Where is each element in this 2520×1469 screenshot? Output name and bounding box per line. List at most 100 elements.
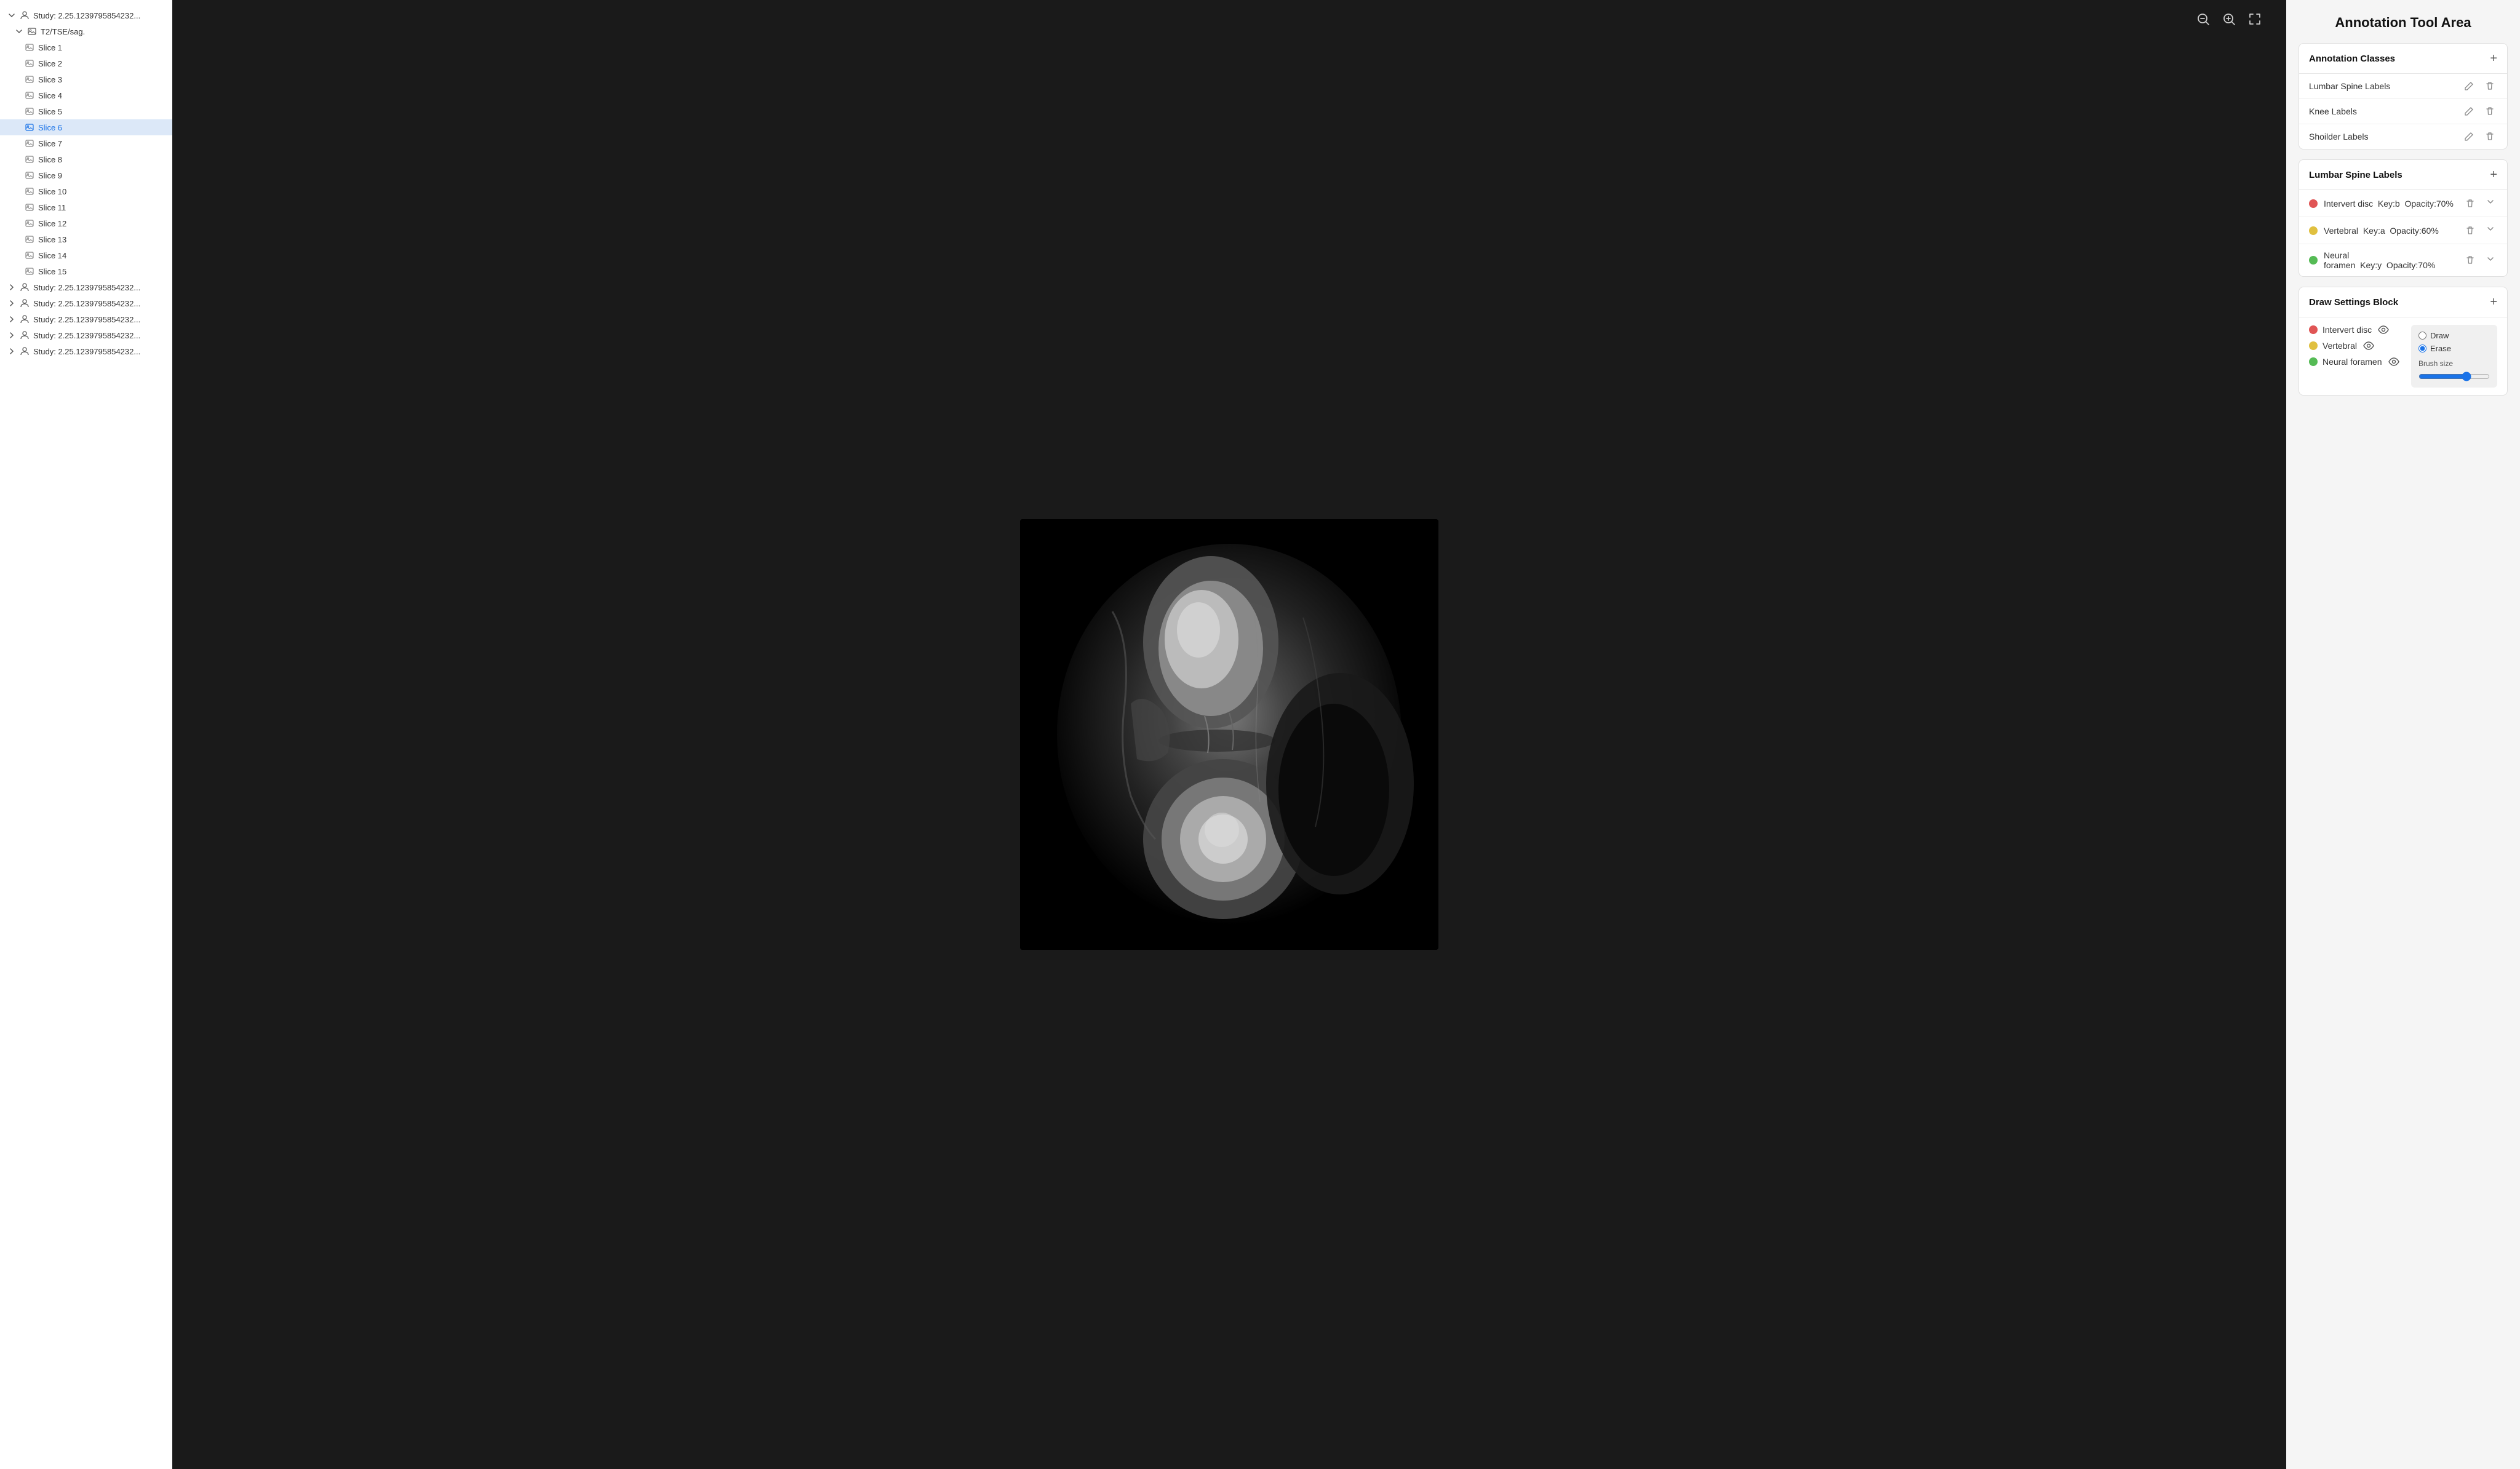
slice-label: Slice 2 [38, 59, 165, 68]
study-item-1[interactable]: Study: 2.25.1239795854232... [0, 7, 172, 23]
expand-label-button[interactable] [2484, 196, 2497, 210]
annotation-class-row: Shoilder Labels [2299, 124, 2507, 149]
study-item-4[interactable]: Study: 2.25.1239795854232... [0, 311, 172, 327]
expand-label-button[interactable] [2484, 223, 2497, 237]
draw-items-list: Intervert disc Vertebral Neural foramen [2309, 325, 2404, 388]
slice-item-slice-6[interactable]: Slice 6 [0, 119, 172, 135]
draw-item-row: Vertebral [2309, 341, 2404, 351]
slice-label: Slice 9 [38, 171, 165, 180]
zoom-in-button[interactable] [2220, 10, 2238, 28]
slice-label: Slice 10 [38, 187, 165, 196]
chevron-right-icon [7, 283, 16, 292]
erase-radio-option[interactable]: Erase [2418, 344, 2490, 353]
edit-annotation-class-button[interactable] [2462, 80, 2476, 92]
annotation-class-label: Knee Labels [2309, 106, 2455, 116]
brush-size-label: Brush size [2418, 359, 2490, 368]
draw-radio[interactable] [2418, 332, 2426, 340]
slice-image-icon [25, 218, 34, 228]
delete-annotation-class-button[interactable] [2482, 130, 2497, 143]
lumbar-labels-card: Lumbar Spine Labels + Intervert disc Key… [2299, 159, 2508, 277]
slice-item-slice-11[interactable]: Slice 11 [0, 199, 172, 215]
draw-item-color-dot [2309, 341, 2318, 350]
draw-settings-body: Intervert disc Vertebral Neural foramen [2299, 317, 2507, 395]
annotation-class-row: Lumbar Spine Labels [2299, 74, 2507, 99]
edit-annotation-class-button[interactable] [2462, 130, 2476, 143]
user-icon [20, 298, 30, 308]
lumbar-label-row: Vertebral Key:a Opacity:60% [2299, 217, 2507, 244]
user-icon [20, 314, 30, 324]
slice-label: Slice 3 [38, 75, 165, 84]
delete-annotation-class-button[interactable] [2482, 80, 2497, 92]
delete-annotation-class-button[interactable] [2482, 105, 2497, 117]
slice-item-slice-9[interactable]: Slice 9 [0, 167, 172, 183]
main-content [172, 0, 2286, 1469]
visibility-toggle-button[interactable] [2387, 357, 2401, 366]
slice-item-slice-8[interactable]: Slice 8 [0, 151, 172, 167]
slice-item-slice-10[interactable]: Slice 10 [0, 183, 172, 199]
user-icon [20, 282, 30, 292]
slice-item-slice-7[interactable]: Slice 7 [0, 135, 172, 151]
draw-settings-card: Draw Settings Block + Intervert disc Ver… [2299, 287, 2508, 396]
add-annotation-class-button[interactable]: + [2490, 52, 2497, 65]
draw-settings-title: Draw Settings Block [2309, 297, 2398, 308]
slice-item-slice-5[interactable]: Slice 5 [0, 103, 172, 119]
slice-item-slice-12[interactable]: Slice 12 [0, 215, 172, 231]
slice-image-icon [25, 250, 34, 260]
image-icon [27, 26, 37, 36]
slice-label: Slice 5 [38, 107, 165, 116]
study-item-3[interactable]: Study: 2.25.1239795854232... [0, 295, 172, 311]
delete-lumbar-label-button[interactable] [2463, 225, 2478, 237]
series-item-1[interactable]: T2/TSE/sag. [0, 23, 172, 39]
draw-item-label: Intervert disc [2323, 325, 2372, 335]
fullscreen-button[interactable] [2246, 10, 2264, 28]
slice-label: Slice 13 [38, 235, 165, 244]
slice-item-slice-2[interactable]: Slice 2 [0, 55, 172, 71]
add-lumbar-label-button[interactable]: + [2490, 169, 2497, 181]
draw-controls-panel: Draw Erase Brush size [2411, 325, 2497, 388]
slice-label: Slice 12 [38, 219, 165, 228]
slice-item-slice-13[interactable]: Slice 13 [0, 231, 172, 247]
slice-item-slice-1[interactable]: Slice 1 [0, 39, 172, 55]
slice-list: Slice 1 Slice 2 Slice 3 [0, 39, 172, 279]
slice-item-slice-14[interactable]: Slice 14 [0, 247, 172, 263]
study-label: Study: 2.25.1239795854232... [33, 347, 165, 356]
draw-settings-header: Draw Settings Block + [2299, 287, 2507, 317]
expand-label-button[interactable] [2484, 253, 2497, 268]
study-item-5[interactable]: Study: 2.25.1239795854232... [0, 327, 172, 343]
viewer-area [172, 0, 2286, 1469]
study-item-6[interactable]: Study: 2.25.1239795854232... [0, 343, 172, 359]
zoom-out-button[interactable] [2194, 10, 2212, 28]
delete-lumbar-label-button[interactable] [2463, 197, 2478, 210]
lumbar-label-row: Neural foramen Key:y Opacity:70% [2299, 244, 2507, 276]
annotation-class-label: Lumbar Spine Labels [2309, 81, 2455, 91]
edit-annotation-class-button[interactable] [2462, 105, 2476, 117]
study-item-2[interactable]: Study: 2.25.1239795854232... [0, 279, 172, 295]
annotation-classes-card: Annotation Classes + Lumbar Spine Labels… [2299, 43, 2508, 149]
visibility-toggle-button[interactable] [2377, 325, 2390, 334]
slice-item-slice-3[interactable]: Slice 3 [0, 71, 172, 87]
add-draw-setting-button[interactable]: + [2490, 296, 2497, 308]
slice-label: Slice 7 [38, 139, 165, 148]
annotation-classes-header: Annotation Classes + [2299, 44, 2507, 74]
lumbar-labels-list: Intervert disc Key:b Opacity:70% Vertebr… [2299, 190, 2507, 276]
erase-radio[interactable] [2418, 344, 2426, 352]
user-icon [20, 330, 30, 340]
slice-image-icon [25, 90, 34, 100]
mri-viewer [1020, 519, 1438, 950]
slice-label: Slice 14 [38, 251, 165, 260]
visibility-toggle-button[interactable] [2362, 341, 2375, 350]
draw-radio-option[interactable]: Draw [2418, 331, 2490, 340]
draw-item-label: Vertebral [2323, 341, 2357, 351]
annotation-class-row: Knee Labels [2299, 99, 2507, 124]
study-label: Study: 2.25.1239795854232... [33, 315, 165, 324]
slice-item-slice-15[interactable]: Slice 15 [0, 263, 172, 279]
delete-lumbar-label-button[interactable] [2463, 254, 2478, 266]
lumbar-label-text: Neural foramen Key:y Opacity:70% [2324, 250, 2457, 270]
slice-item-slice-4[interactable]: Slice 4 [0, 87, 172, 103]
brush-size-slider[interactable] [2418, 372, 2490, 381]
slice-image-icon [25, 106, 34, 116]
slice-image-icon [25, 266, 34, 276]
slice-image-icon [25, 58, 34, 68]
label-color-dot [2309, 256, 2318, 265]
annotation-classes-title: Annotation Classes [2309, 54, 2395, 64]
